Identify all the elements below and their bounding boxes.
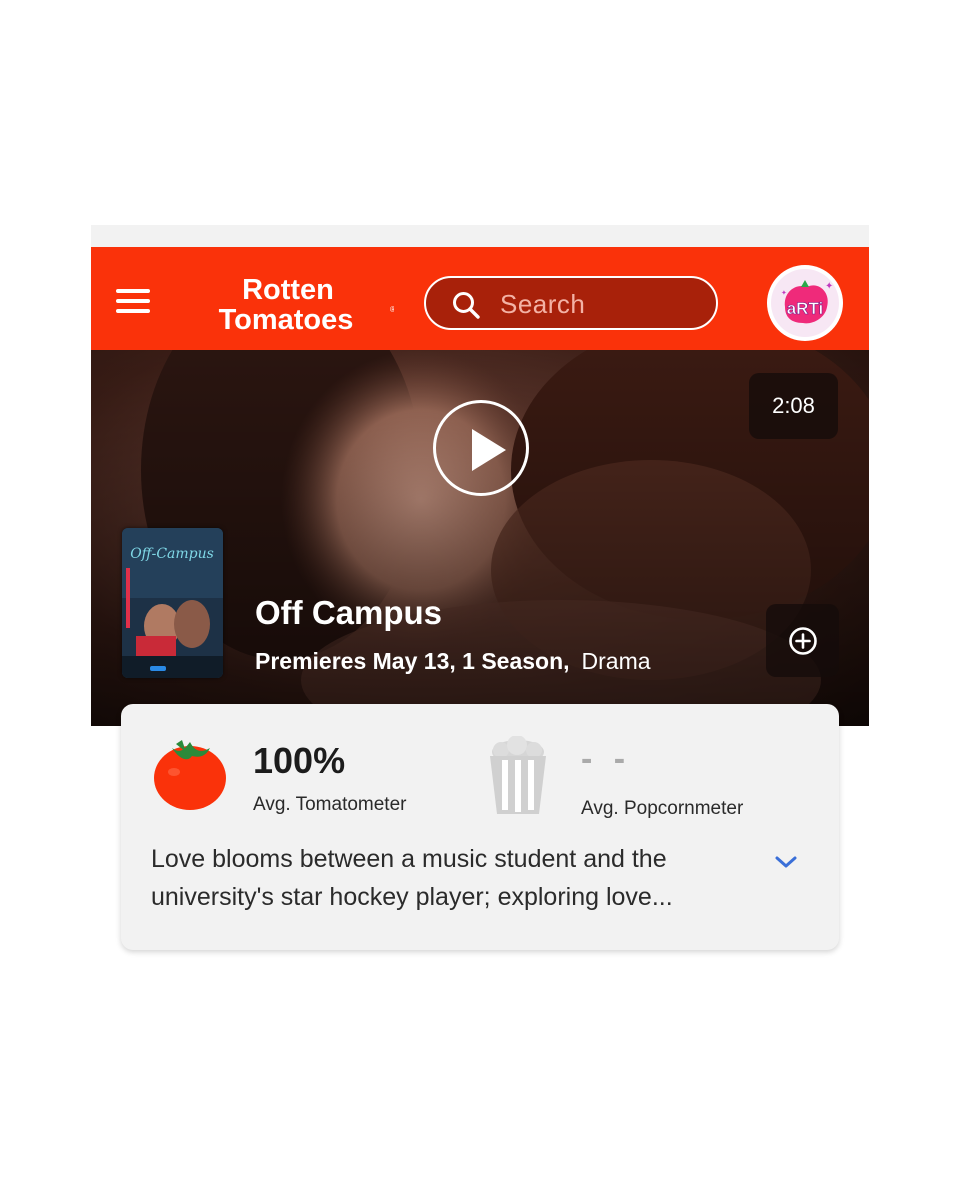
top-nav-bar: Rotten Tomatoes ® Search aRTi ✦ ✦ — [91, 247, 869, 350]
show-title: Off Campus — [255, 594, 443, 631]
play-icon — [472, 429, 506, 471]
svg-text:®: ® — [390, 305, 394, 314]
premiere-info: Premieres May 13, 1 Season, — [255, 648, 570, 674]
svg-text:✦: ✦ — [781, 289, 787, 297]
tomatometer-score: 100% — [253, 740, 346, 781]
synopsis-text: Love blooms between a music student and … — [151, 845, 673, 911]
show-poster[interactable]: Off-Campus — [122, 528, 223, 678]
user-avatar[interactable]: aRTi ✦ ✦ — [767, 265, 843, 341]
avatar-art: aRTi ✦ ✦ — [781, 280, 833, 324]
popcornmeter-score: - - — [581, 740, 632, 778]
play-trailer-button[interactable] — [433, 400, 529, 496]
hamburger-icon[interactable] — [116, 287, 152, 315]
tomatometer-label: Avg. Tomatometer — [253, 794, 407, 815]
chevron-down-icon[interactable] — [774, 854, 798, 870]
search-input[interactable]: Search — [424, 276, 718, 330]
genre-label: Drama — [581, 648, 651, 674]
show-meta: Premieres May 13, 1 Season, Drama — [255, 648, 651, 675]
svg-text:✦: ✦ — [825, 281, 833, 292]
app-screen: Rotten Tomatoes ® Search aRTi ✦ ✦ 2:08 O… — [91, 225, 869, 975]
search-placeholder: Search — [500, 289, 586, 319]
trailer-hero[interactable]: 2:08 Off-Campus Off Campus Premieres May… — [91, 350, 869, 726]
logo-line-2: Tomatoes — [219, 304, 354, 332]
avatar-text: aRTi — [787, 299, 824, 318]
add-circle-icon — [789, 627, 817, 655]
poster-title: Off-Campus — [130, 546, 214, 562]
popcorn-bucket-icon — [490, 736, 546, 814]
status-strip — [91, 225, 869, 247]
popcornmeter-label: Avg. Popcornmeter — [581, 798, 744, 819]
add-to-watchlist-button[interactable] — [766, 604, 839, 677]
tomato-icon — [154, 740, 226, 810]
rotten-tomatoes-logo[interactable]: Rotten Tomatoes ® — [184, 274, 394, 332]
logo-line-1: Rotten — [242, 274, 334, 306]
video-duration: 2:08 — [749, 373, 838, 439]
avatar-badge: aRTi ✦ ✦ — [771, 269, 839, 337]
score-card: 100% Avg. Tomatometer - - Avg. Popcornme… — [121, 704, 839, 950]
search-icon — [453, 292, 480, 319]
poster-art: Off-Campus — [122, 528, 223, 678]
